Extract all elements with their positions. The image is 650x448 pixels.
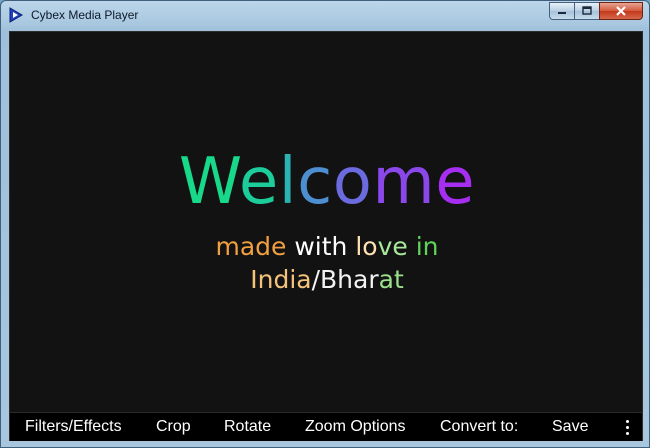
window-title: Cybex Media Player: [31, 8, 139, 22]
close-button[interactable]: [599, 2, 643, 20]
rotate-button[interactable]: Rotate: [224, 418, 271, 436]
save-button[interactable]: Save: [552, 418, 588, 436]
splash-text-segment: lo: [355, 232, 378, 261]
splash-text-segment: /Bhar: [311, 265, 379, 294]
filters-effects-button[interactable]: Filters/Effects: [25, 418, 122, 436]
title-bar[interactable]: Cybex Media Player: [1, 1, 649, 29]
welcome-heading: Welcome: [10, 142, 644, 222]
splash-text-segment: l: [278, 145, 298, 219]
convert-to-button[interactable]: Convert to:: [440, 418, 518, 436]
splash-text-segment: W: [178, 145, 239, 219]
zoom-options-button[interactable]: Zoom Options: [305, 418, 405, 436]
splash-text-segment: made: [215, 232, 287, 261]
video-area[interactable]: Welcome made with love in India/Bharat F…: [9, 31, 643, 441]
crop-button[interactable]: Crop: [156, 418, 191, 436]
vertical-ellipsis-icon[interactable]: [620, 416, 634, 438]
bottom-toolbar: Filters/Effects Crop Rotate Zoom Options…: [10, 412, 642, 441]
tagline-line-1: made with love in: [10, 230, 644, 263]
play-triangle-icon: [9, 7, 23, 23]
window-controls: [549, 2, 643, 20]
minimize-icon: [558, 12, 566, 14]
splash-text-segment: e: [435, 145, 476, 219]
splash-text-segment: e: [238, 145, 279, 219]
splash-text-segment: o: [332, 145, 373, 219]
close-icon: [616, 6, 626, 16]
tagline-line-2: India/Bharat: [10, 263, 644, 296]
splash-text-segment: c: [297, 145, 333, 219]
splash-text-segment: in: [407, 232, 439, 261]
tagline: made with love in India/Bharat: [10, 230, 644, 296]
splash-text-segment: with: [286, 232, 356, 261]
maximize-button[interactable]: [574, 2, 600, 20]
app-window: Cybex Media Player Welcome made with lov…: [0, 0, 650, 448]
splash-text-segment: m: [372, 145, 436, 219]
splash-text-segment: at: [378, 265, 404, 294]
minimize-button[interactable]: [549, 2, 575, 20]
splash-text-segment: ve: [377, 232, 408, 261]
splash-text-segment: India: [250, 265, 312, 294]
maximize-icon: [582, 6, 592, 15]
